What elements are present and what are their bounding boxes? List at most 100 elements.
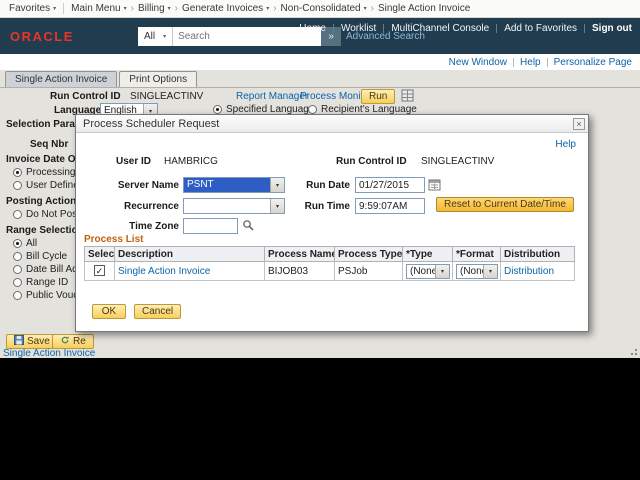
- radio-icon: [13, 239, 22, 248]
- column-distribution: Distribution: [500, 246, 575, 262]
- radio-user-defined[interactable]: User Defined: [13, 180, 84, 191]
- process-type-cell: PSJob: [334, 261, 403, 281]
- return-button[interactable]: Re: [52, 334, 94, 349]
- time-zone-input[interactable]: [183, 218, 238, 234]
- breadcrumb-item-favorites[interactable]: Favorites ▾: [6, 3, 59, 14]
- multichannel-console-link[interactable]: MultiChannel Console: [391, 23, 489, 34]
- radio-icon: [308, 105, 317, 114]
- radio-bill-cycle[interactable]: Bill Cycle: [13, 251, 67, 262]
- worklist-link[interactable]: Worklist: [341, 23, 376, 34]
- personalize-page-link[interactable]: Personalize Page: [554, 57, 632, 68]
- save-icon: [14, 335, 24, 348]
- format-value: (None): [460, 265, 483, 277]
- tab-single-action-invoice[interactable]: Single Action Invoice: [5, 71, 118, 87]
- breadcrumb-label: Favorites: [9, 3, 51, 14]
- calendar-icon[interactable]: [428, 178, 441, 194]
- distribution-link[interactable]: Distribution: [504, 266, 554, 277]
- type-value: (None): [410, 265, 435, 277]
- help-link[interactable]: Help: [520, 57, 541, 68]
- run-control-id-label: Run Control ID: [50, 91, 121, 102]
- grid-icon[interactable]: [401, 89, 414, 105]
- radio-icon: [13, 252, 22, 261]
- breadcrumb: Favorites ▾ Main Menu ▾ › Billing ▾ › Ge…: [0, 0, 640, 18]
- sign-out-link[interactable]: Sign out: [592, 23, 632, 34]
- select-checkbox[interactable]: [94, 265, 105, 276]
- chevron-down-icon: ▾: [483, 264, 497, 278]
- chevron-down-icon: ▾: [167, 5, 171, 12]
- divider: [496, 24, 498, 33]
- application-window: Favorites ▾ Main Menu ▾ › Billing ▾ › Ge…: [0, 0, 640, 358]
- modal-run-control-id-value: SINGLEACTINV: [421, 156, 495, 167]
- range-selection-header: Range Selection: [6, 225, 84, 236]
- user-id-value: HAMBRICG: [164, 156, 218, 167]
- process-list-header: Process List: [84, 234, 144, 245]
- close-icon[interactable]: ×: [573, 118, 585, 130]
- divider: [513, 57, 515, 67]
- radio-icon: [13, 181, 22, 190]
- run-date-input[interactable]: [355, 177, 425, 193]
- divider: [63, 3, 65, 14]
- radio-label: Bill Cycle: [26, 251, 68, 262]
- radio-label: Range ID: [26, 277, 69, 288]
- table-header-row: Select Description Process Name Process …: [84, 246, 575, 262]
- modal-run-control-id-label: Run Control ID: [336, 156, 407, 167]
- chevron-down-icon: ▾: [266, 5, 270, 12]
- breadcrumb-item-billing[interactable]: Billing ▾: [135, 3, 174, 14]
- format-select[interactable]: (None) ▾: [456, 263, 498, 279]
- run-button-label: Run: [369, 91, 388, 102]
- breadcrumb-item-non-consolidated[interactable]: Non-Consolidated ▾: [278, 3, 370, 14]
- posting-action-header: Posting Action: [6, 196, 77, 207]
- type-select[interactable]: (None) ▾: [406, 263, 450, 279]
- lookup-icon[interactable]: [242, 219, 254, 234]
- new-window-link[interactable]: New Window: [449, 57, 507, 68]
- run-time-input[interactable]: [355, 198, 425, 214]
- process-name-cell: BIJOB03: [264, 261, 335, 281]
- chevron-down-icon: ▾: [270, 178, 284, 192]
- breadcrumb-label: Billing: [137, 3, 165, 14]
- tab-print-options[interactable]: Print Options: [119, 71, 198, 87]
- cancel-button-label: Cancel: [142, 306, 174, 317]
- single-action-invoice-bottom-link[interactable]: Single Action Invoice: [3, 348, 95, 358]
- radio-label: Do Not Post: [26, 209, 80, 220]
- divider: [584, 24, 585, 33]
- save-button[interactable]: Save: [6, 334, 58, 349]
- page-links-bar: New Window Help Personalize Page: [0, 54, 640, 70]
- seq-nbr-label: Seq Nbr: [30, 139, 69, 150]
- radio-icon: [13, 168, 22, 177]
- ok-button-label: OK: [101, 306, 117, 317]
- chevron-down-icon: ▾: [363, 5, 367, 12]
- recurrence-select[interactable]: ▾: [183, 198, 285, 214]
- process-description-link[interactable]: Single Action Invoice: [118, 266, 210, 277]
- chevron-down-icon: ▾: [163, 33, 167, 40]
- column-format: *Format: [452, 246, 501, 262]
- search-scope-select[interactable]: All ▾: [138, 27, 174, 46]
- oracle-logo: ORACLE: [10, 29, 74, 44]
- home-link[interactable]: Home: [299, 23, 326, 34]
- header-links: Home Worklist MultiChannel Console Add t…: [299, 23, 632, 34]
- reset-date-time-button[interactable]: Reset to Current Date/Time: [436, 197, 574, 212]
- breadcrumb-item-generate-invoices[interactable]: Generate Invoices ▾: [179, 3, 272, 14]
- dialog-help-link[interactable]: Help: [555, 139, 576, 150]
- server-name-select[interactable]: PSNT ▾: [183, 177, 285, 193]
- add-to-favorites-link[interactable]: Add to Favorites: [504, 23, 577, 34]
- radio-do-not-post[interactable]: Do Not Post: [13, 209, 80, 220]
- radio-all[interactable]: All: [13, 238, 37, 249]
- radio-icon: [13, 291, 22, 300]
- report-manager-link[interactable]: Report Manager: [236, 91, 308, 102]
- run-date-label: Run Date: [306, 180, 350, 191]
- resize-grip[interactable]: [628, 346, 637, 355]
- breadcrumb-item-main-menu[interactable]: Main Menu ▾: [68, 3, 129, 14]
- breadcrumb-item-single-action-invoice[interactable]: Single Action Invoice: [375, 3, 473, 14]
- ok-button[interactable]: OK: [92, 304, 126, 319]
- radio-icon: [13, 278, 22, 287]
- run-control-id-value: SINGLEACTINV: [130, 91, 204, 102]
- radio-range-id[interactable]: Range ID: [13, 277, 68, 288]
- cancel-button[interactable]: Cancel: [134, 304, 182, 319]
- radio-date-bill-added[interactable]: Date Bill Add: [13, 264, 83, 275]
- radio-label: All: [26, 238, 38, 249]
- tab-bar: Single Action Invoice Print Options: [0, 70, 640, 88]
- invoice-date-header: Invoice Date Op: [6, 154, 82, 165]
- run-button[interactable]: Run: [361, 89, 396, 104]
- chevron-down-icon: ▾: [435, 264, 449, 278]
- radio-public-voucher[interactable]: Public Vouch: [13, 290, 84, 301]
